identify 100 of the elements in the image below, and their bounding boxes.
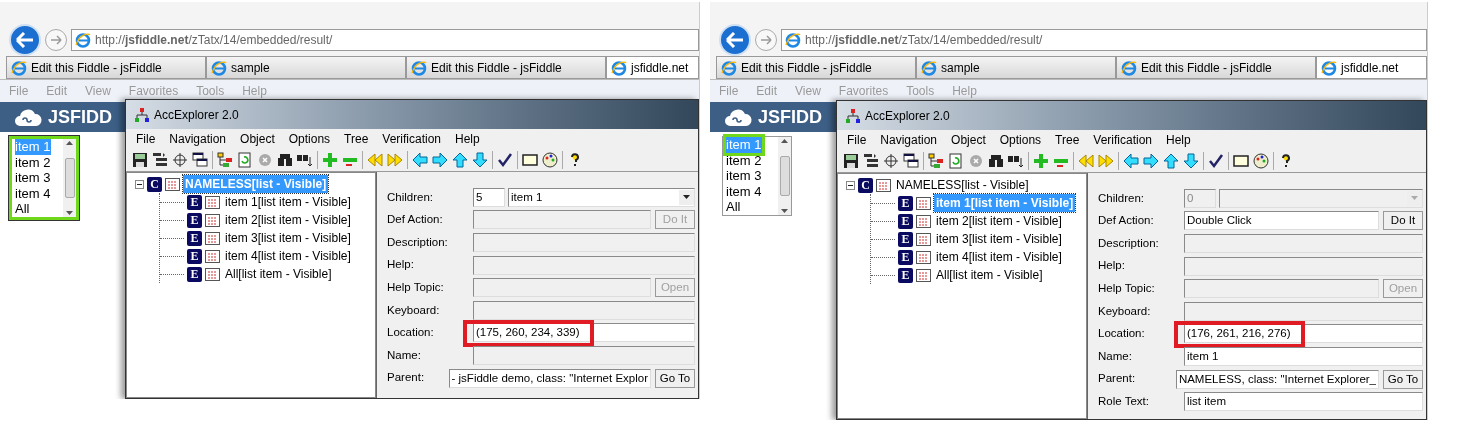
crosshair-icon[interactable] [172, 152, 188, 168]
property-field[interactable]: - jsFiddle demo, class: "Internet Explor [448, 368, 651, 388]
listbox[interactable]: item 1 item 2 item 3 item 4 All [9, 136, 79, 220]
double-left-arrow-icon[interactable] [1078, 153, 1094, 169]
crosshair-icon[interactable] [883, 153, 899, 169]
property-field[interactable]: Double Click [1184, 211, 1379, 231]
palette-icon[interactable] [542, 152, 558, 168]
node-label[interactable]: item 3[list item - Visible] [934, 230, 1064, 248]
node-label[interactable]: All[list item - Visible] [223, 265, 334, 283]
property-field[interactable]: list item [1184, 392, 1423, 412]
save-icon[interactable] [843, 153, 859, 169]
binoculars-icon[interactable] [1008, 153, 1024, 169]
scroll-up-icon[interactable] [781, 139, 788, 143]
list-option[interactable]: item 4 [726, 183, 763, 199]
menu-item[interactable]: File [136, 130, 156, 148]
windows-icon[interactable] [192, 152, 208, 168]
browser-tab[interactable]: Edit this Fiddle - jsFiddle [406, 56, 606, 79]
menu-item[interactable]: File [847, 131, 867, 149]
property-field[interactable]: NAMELESS, class: "Internet Explorer_ [1175, 369, 1379, 389]
binoculars-icon[interactable] [297, 152, 313, 168]
property-field[interactable]: (175, 260, 234, 339) [473, 323, 695, 343]
listbox[interactable]: item 1 item 2 item 3 item 4 All [722, 136, 792, 216]
windows-icon[interactable] [903, 153, 919, 169]
menu-item[interactable]: Options [999, 131, 1042, 149]
menu-item[interactable]: Navigation [169, 130, 227, 148]
menu-item[interactable]: Tree [344, 130, 369, 148]
save-icon[interactable] [132, 152, 148, 168]
hierarchy-icon[interactable] [928, 153, 944, 169]
scroll-up-icon[interactable] [66, 141, 73, 145]
node-label[interactable]: item 4[list item - Visible] [223, 247, 353, 265]
menu-item[interactable]: Object [240, 130, 275, 148]
node-label[interactable]: All[list item - Visible] [934, 266, 1045, 284]
browser-tab[interactable]: sample [916, 56, 1116, 79]
scroll-down-icon[interactable] [781, 208, 788, 213]
list-option[interactable]: item 2 [15, 154, 52, 170]
browser-tab[interactable]: Edit this Fiddle - jsFiddle [716, 56, 916, 79]
node-label[interactable]: item 1[list item - Visible] [223, 193, 353, 211]
collapse-icon[interactable] [135, 179, 144, 189]
check-icon[interactable] [1208, 153, 1224, 169]
node-label[interactable]: NAMELESS[list - Visible] [894, 176, 1031, 194]
down-arrow-icon[interactable] [472, 152, 488, 168]
list-option[interactable]: item 3 [726, 168, 763, 184]
scroll-down-icon[interactable] [66, 210, 73, 215]
menu-item[interactable]: Verification [1093, 131, 1153, 149]
right-arrow-icon[interactable] [432, 152, 448, 168]
left-arrow-icon[interactable] [412, 152, 428, 168]
list-option[interactable]: item 2 [726, 152, 763, 168]
palette-icon[interactable] [1253, 153, 1269, 169]
check-icon[interactable] [497, 152, 513, 168]
browser-tab[interactable]: jsfiddle.net [606, 56, 699, 79]
property-button[interactable]: Go To [655, 368, 695, 388]
binoculars-icon[interactable] [277, 152, 293, 168]
address-bar[interactable]: http://jsfiddle.net/zTatx/14/embedded/result/ [71, 29, 699, 51]
node-label[interactable]: item 2[list item - Visible] [223, 211, 353, 229]
scrollbar[interactable] [778, 137, 791, 215]
back-button[interactable] [719, 24, 751, 56]
property-button[interactable]: Go To [1383, 369, 1423, 389]
hierarchy-icon[interactable] [217, 152, 233, 168]
menu-item[interactable]: Navigation [880, 131, 938, 149]
menu-item[interactable]: Help [455, 130, 480, 148]
browser-tab[interactable]: jsfiddle.net [1316, 56, 1427, 79]
collapse-icon[interactable] [846, 180, 855, 190]
address-bar[interactable]: http://jsfiddle.net/zTatx/14/embedded/result/ [781, 29, 1427, 51]
rectangle-icon[interactable] [1233, 153, 1249, 169]
rectangle-icon[interactable] [522, 152, 538, 168]
property-button[interactable]: Do It [1383, 211, 1423, 231]
node-label[interactable]: item 4[list item - Visible] [934, 248, 1064, 266]
list-option[interactable]: item 3 [15, 170, 52, 186]
menu-item[interactable]: Object [951, 131, 986, 149]
list-option[interactable]: All [726, 199, 742, 215]
up-arrow-icon[interactable] [1163, 153, 1179, 169]
back-button[interactable] [9, 24, 41, 56]
down-arrow-icon[interactable] [1183, 153, 1199, 169]
list-icon[interactable] [863, 153, 879, 169]
double-left-arrow-icon[interactable] [367, 152, 383, 168]
scrollbar[interactable] [63, 139, 76, 217]
binoculars-icon[interactable] [988, 153, 1004, 169]
browser-tab[interactable]: sample [206, 56, 406, 79]
menu-item[interactable]: Help [1166, 131, 1191, 149]
node-label[interactable]: item 3[list item - Visible] [223, 229, 353, 247]
refresh-icon[interactable] [948, 153, 964, 169]
double-right-arrow-icon[interactable] [1098, 153, 1114, 169]
browser-tab[interactable]: Edit this Fiddle - jsFiddle [1116, 56, 1316, 79]
left-arrow-icon[interactable] [1123, 153, 1139, 169]
node-label[interactable]: item 2[list item - Visible] [934, 212, 1064, 230]
refresh-icon[interactable] [237, 152, 253, 168]
browser-tab[interactable]: Edit this Fiddle - jsFiddle [6, 56, 206, 79]
property-field[interactable]: item 1 [1184, 346, 1423, 366]
double-right-arrow-icon[interactable] [387, 152, 403, 168]
list-icon[interactable] [152, 152, 168, 168]
list-option[interactable]: item 4 [15, 185, 52, 201]
menu-item[interactable]: Verification [382, 130, 442, 148]
up-arrow-icon[interactable] [452, 152, 468, 168]
menu-item[interactable]: Options [288, 130, 331, 148]
property-field[interactable]: (176, 261, 216, 276) [1184, 324, 1423, 344]
menu-item[interactable]: Tree [1055, 131, 1080, 149]
right-arrow-icon[interactable] [1143, 153, 1159, 169]
list-option[interactable]: All [15, 201, 31, 217]
children-dropdown[interactable]: item 1 [508, 187, 695, 207]
count-field[interactable]: 5 [473, 187, 505, 207]
